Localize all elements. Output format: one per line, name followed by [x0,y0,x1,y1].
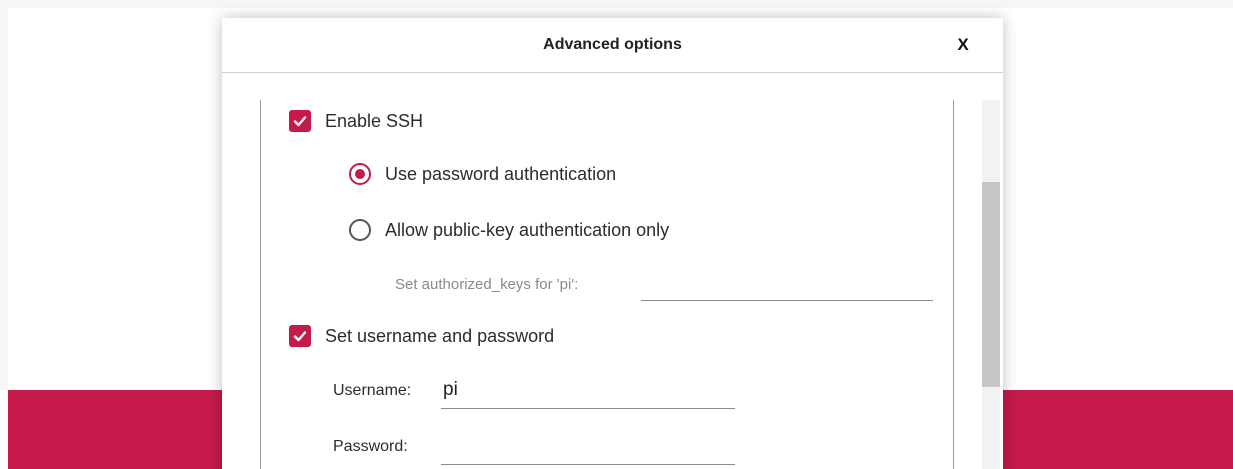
dialog-header: Advanced options X [222,18,1003,73]
set-credentials-row[interactable]: Set username and password [289,325,554,347]
radio-public-key-auth[interactable]: Allow public-key authentication only [349,219,669,241]
password-label: Password: [333,438,408,455]
radio-dot-icon [355,169,365,179]
advanced-options-dialog: Advanced options X Enable SSH Use passwo… [222,18,1003,469]
username-label: Username: [333,382,412,399]
authorized-keys-label: Set authorized_keys for 'pi': [395,276,579,293]
enable-ssh-label: Enable SSH [325,110,424,131]
check-icon [293,116,307,127]
dialog-title: Advanced options [543,36,682,53]
options-scroll-area: Enable SSH Use password authentication A… [260,100,954,469]
set-credentials-checkbox[interactable] [289,325,311,347]
enable-ssh-checkbox[interactable] [289,110,311,132]
password-auth-radio[interactable] [349,163,371,185]
scrollbar-thumb[interactable] [982,182,1000,387]
radio-password-auth[interactable]: Use password authentication [349,163,616,185]
authorized-keys-input[interactable] [641,270,933,301]
username-input[interactable] [441,376,735,409]
scrollbar-track[interactable] [982,100,1000,469]
password-input[interactable] [441,432,735,465]
password-auth-label: Use password authentication [385,163,617,184]
background-edge [0,390,8,469]
page: Advanced options X Enable SSH Use passwo… [0,0,1233,469]
close-button[interactable]: X [948,30,978,60]
enable-ssh-row[interactable]: Enable SSH [289,110,423,132]
public-key-auth-radio[interactable] [349,219,371,241]
public-key-auth-label: Allow public-key authentication only [385,219,670,240]
check-icon [293,331,307,342]
set-credentials-label: Set username and password [325,325,555,346]
